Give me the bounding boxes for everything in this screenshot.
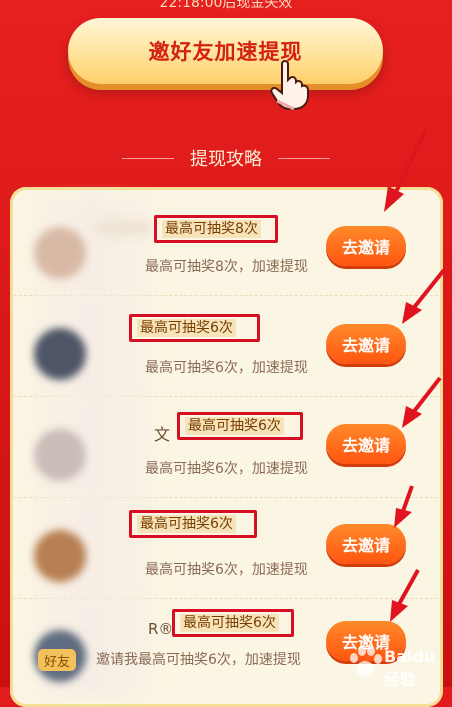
reward-badge: 最高可抽奖8次 <box>162 220 261 238</box>
row-description: 最高可抽奖6次，加速提现 <box>145 562 308 578</box>
reward-badge: 最高可抽奖6次 <box>137 515 236 533</box>
reward-badge-highlight: 最高可抽奖6次 <box>177 412 303 440</box>
blurred-name <box>96 221 150 235</box>
avatar <box>34 429 86 481</box>
row-description: 最高可抽奖6次，加速提现 <box>145 360 308 376</box>
title-divider-left <box>122 157 174 159</box>
invite-friends-button[interactable]: 邀好友加速提现 <box>68 18 383 84</box>
go-invite-button[interactable]: 去邀请 <box>326 226 406 266</box>
pointing-hand-icon <box>270 60 309 110</box>
guide-title-text: 提现攻略 <box>190 149 262 170</box>
reward-badge-highlight: 最高可抽奖6次 <box>172 609 294 637</box>
go-invite-button[interactable]: 去邀请 <box>326 324 406 364</box>
go-invite-button[interactable]: 去邀请 <box>326 424 406 464</box>
row-description: 最高可抽奖6次，加速提现 <box>145 461 308 477</box>
blurred-name-fragment: R® <box>148 620 174 638</box>
annotation-arrow-icon <box>402 268 446 324</box>
friend-tag: 好友 <box>38 649 76 671</box>
title-divider-right <box>278 157 330 159</box>
annotation-arrow-icon <box>394 485 414 528</box>
avatar <box>34 530 86 582</box>
reward-badge: 最高可抽奖6次 <box>137 319 236 337</box>
row-description: 最高可抽奖8次，加速提现 <box>145 259 308 275</box>
reward-badge: 最高可抽奖6次 <box>180 614 279 632</box>
reward-badge-highlight: 最高可抽奖6次 <box>129 510 257 538</box>
row-description: 邀请我最高可抽奖6次，加速提现 <box>96 652 301 668</box>
avatar <box>34 227 86 279</box>
annotation-arrow-icon <box>402 376 442 428</box>
reward-badge-highlight: 最高可抽奖6次 <box>129 314 260 342</box>
annotation-arrow-icon <box>384 129 428 212</box>
reward-badge: 最高可抽奖6次 <box>185 417 284 435</box>
cash-expire-notice: 22:18:00后现金失效 <box>159 0 293 11</box>
baidu-paw-watermark-icon <box>350 646 382 677</box>
reward-badge-highlight: 最高可抽奖8次 <box>154 215 278 243</box>
annotation-arrow-icon <box>390 569 420 622</box>
avatar <box>34 328 86 380</box>
baidu-watermark-text: Baidu 经验 <box>384 647 436 689</box>
blurred-name-fragment: 文 · <box>154 425 181 444</box>
